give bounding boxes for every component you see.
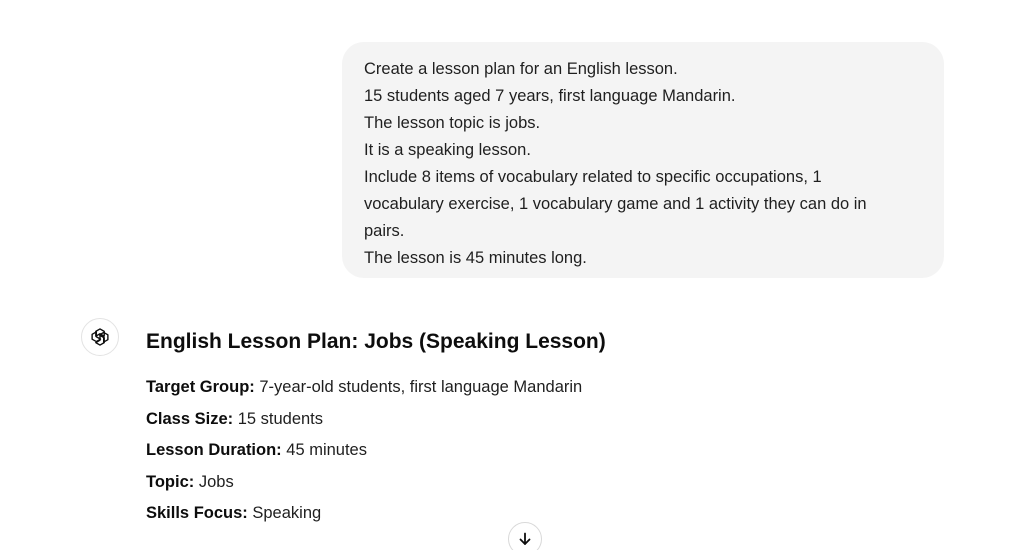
user-message-line: The lesson topic is jobs.	[364, 114, 541, 132]
user-message-line: Include 8 items of vocabulary related to…	[364, 168, 822, 186]
user-message-line: Create a lesson plan for an English less…	[364, 60, 678, 78]
detail-class-size: Class Size: 15 students	[146, 404, 946, 436]
detail-label: Class Size:	[146, 409, 234, 428]
chat-page: Create a lesson plan for an English less…	[0, 0, 1024, 550]
detail-value: 7-year-old students, first language Mand…	[254, 378, 583, 396]
detail-value: Jobs	[194, 472, 234, 491]
detail-label: Lesson Duration:	[146, 441, 282, 459]
user-message-line: The lesson is 45 minutes long.	[364, 249, 587, 267]
detail-label: Target Group:	[146, 378, 255, 396]
detail-lesson-duration: Lesson Duration: 45 minutes	[146, 435, 946, 467]
detail-skills-focus: Skills Focus: Speaking	[146, 498, 946, 530]
user-message-line: It is a speaking lesson.	[364, 141, 531, 159]
detail-label: Skills Focus:	[146, 504, 248, 522]
user-message-line: pairs.	[364, 222, 405, 240]
scroll-down-button[interactable]	[508, 522, 542, 550]
detail-target-group: Target Group: 7-year-old students, first…	[146, 372, 946, 404]
assistant-message: English Lesson Plan: Jobs (Speaking Less…	[146, 326, 946, 530]
assistant-avatar	[81, 318, 119, 356]
response-title: English Lesson Plan: Jobs (Speaking Less…	[146, 330, 606, 353]
user-message-bubble: Create a lesson plan for an English less…	[342, 42, 944, 278]
detail-value: 15 students	[233, 409, 324, 428]
user-message-line: vocabulary exercise, 1 vocabulary game a…	[364, 195, 867, 213]
detail-value: 45 minutes	[281, 441, 367, 459]
detail-label: Topic:	[146, 472, 195, 491]
openai-logo-icon	[91, 328, 109, 346]
detail-topic: Topic: Jobs	[146, 467, 946, 499]
detail-value: Speaking	[247, 504, 322, 522]
arrow-down-icon	[519, 532, 531, 545]
user-message-line: 15 students aged 7 years, first language…	[364, 87, 736, 105]
